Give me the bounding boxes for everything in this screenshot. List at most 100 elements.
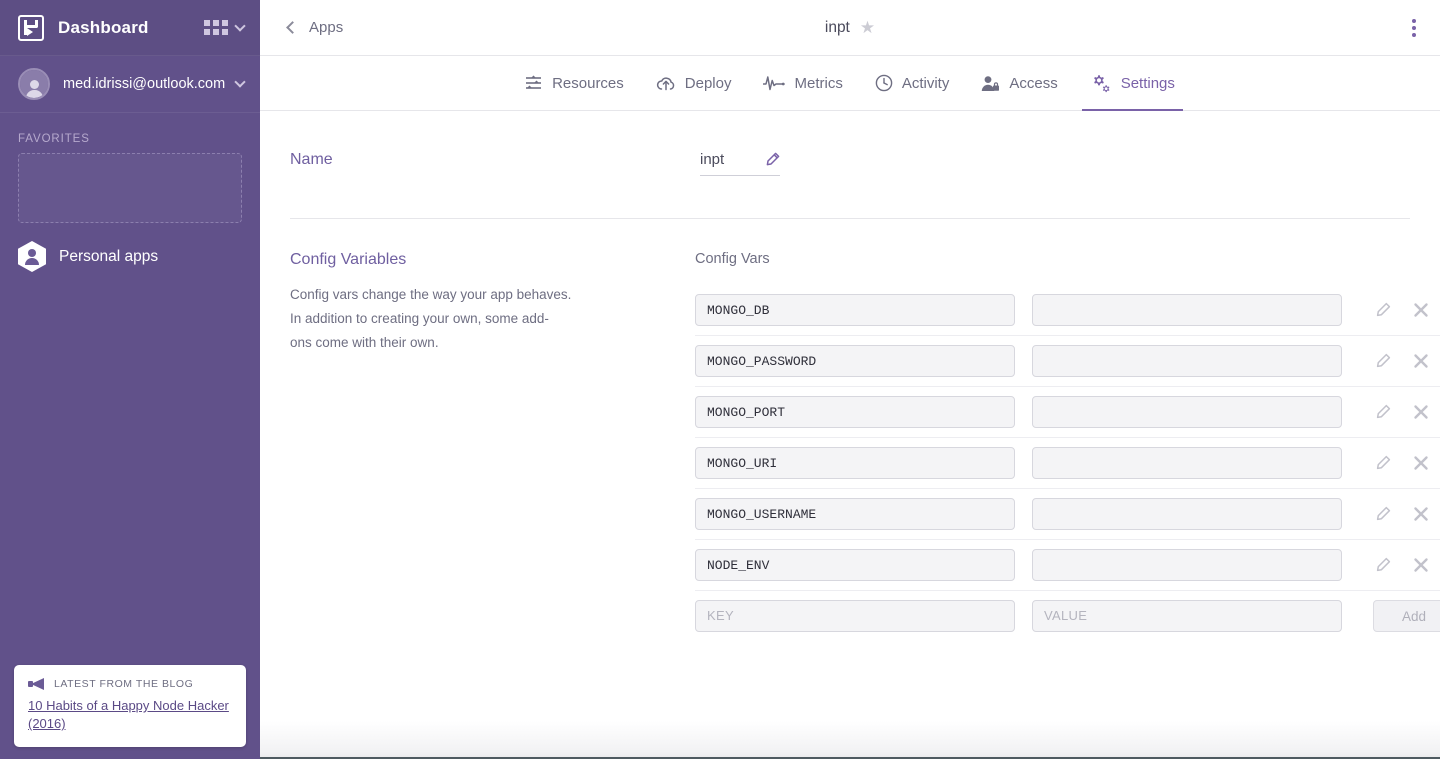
page-title: inpt bbox=[824, 18, 850, 36]
app-tabs: Resources Deploy Metrics Activity Access… bbox=[260, 56, 1440, 111]
back-to-apps-link[interactable]: Apps bbox=[286, 19, 344, 36]
topbar: Apps inpt ★ bbox=[260, 0, 1440, 56]
sliders-icon bbox=[526, 75, 542, 89]
tab-access[interactable]: Access bbox=[965, 56, 1073, 110]
sidebar-header-actions bbox=[204, 19, 246, 35]
close-x-icon[interactable] bbox=[1413, 404, 1429, 420]
new-config-var-key-input[interactable] bbox=[695, 600, 1015, 632]
pencil-icon[interactable] bbox=[1375, 404, 1391, 420]
name-field-group: inpt bbox=[670, 151, 780, 176]
config-var-key-input[interactable] bbox=[695, 549, 1015, 581]
pencil-icon[interactable] bbox=[1375, 302, 1391, 318]
settings-content: Name inpt Config Variables Config vars c… bbox=[260, 111, 1440, 759]
tab-resources[interactable]: Resources bbox=[509, 56, 640, 110]
config-var-actions bbox=[1375, 353, 1429, 369]
new-config-var-value-input[interactable] bbox=[1032, 600, 1342, 632]
tab-deploy[interactable]: Deploy bbox=[640, 56, 748, 110]
config-vars-panel: Config Vars MONGO_DB MONGO_PASSWORD MONG… bbox=[670, 251, 1440, 641]
config-desc-line: ons come with their own. bbox=[290, 335, 439, 350]
name-section-title: Name bbox=[290, 151, 333, 168]
sidebar-header: Dashboard bbox=[0, 0, 260, 56]
close-x-icon[interactable] bbox=[1413, 455, 1429, 471]
blog-kicker: LATEST FROM THE BLOG bbox=[54, 678, 194, 690]
tab-label: Deploy bbox=[684, 74, 732, 92]
person-lock-icon bbox=[982, 75, 1000, 91]
app-name-field[interactable]: inpt bbox=[700, 151, 780, 176]
tab-label: Metrics bbox=[794, 74, 843, 92]
config-var-row bbox=[695, 336, 1440, 387]
close-x-icon[interactable] bbox=[1413, 557, 1429, 573]
config-var-row bbox=[695, 489, 1440, 540]
config-var-value-input[interactable] bbox=[1032, 294, 1342, 326]
avatar bbox=[18, 68, 50, 100]
pencil-icon[interactable] bbox=[1375, 506, 1391, 522]
config-var-key-input[interactable] bbox=[695, 294, 1015, 326]
pencil-icon[interactable] bbox=[1375, 455, 1391, 471]
back-label: Apps bbox=[309, 19, 344, 36]
name-section: Name inpt bbox=[290, 111, 1410, 176]
chevron-down-icon[interactable] bbox=[234, 76, 246, 88]
cloud-upload-icon bbox=[656, 76, 675, 90]
gears-icon bbox=[1093, 74, 1110, 92]
config-desc-line: In addition to creating your own, some a… bbox=[290, 311, 549, 326]
pencil-icon[interactable] bbox=[765, 152, 780, 167]
chevron-left-icon bbox=[286, 21, 299, 34]
app-title-group: inpt ★ bbox=[260, 19, 1440, 37]
config-variables-section: Config Variables Config vars change the … bbox=[290, 219, 1440, 641]
blog-post-link[interactable]: 10 Habits of a Happy Node Hacker (2016) bbox=[28, 697, 232, 733]
blog-header: LATEST FROM THE BLOG bbox=[28, 678, 232, 690]
favorites-dropzone[interactable] bbox=[18, 153, 242, 223]
main-panel: Apps inpt ★ Resources Deploy Metrics Act… bbox=[260, 0, 1440, 759]
dashboard-app: Dashboard med.idrissi@outlook.com FAVORI… bbox=[0, 0, 1440, 759]
close-x-icon[interactable] bbox=[1413, 353, 1429, 369]
config-var-key-input[interactable] bbox=[695, 345, 1015, 377]
tab-metrics[interactable]: Metrics bbox=[747, 56, 858, 110]
config-var-row bbox=[695, 438, 1440, 489]
config-var-row bbox=[695, 387, 1440, 438]
tab-activity[interactable]: Activity bbox=[859, 56, 966, 110]
sidebar-item-label: Personal apps bbox=[59, 247, 159, 265]
add-config-var-button[interactable]: Add bbox=[1373, 600, 1440, 632]
config-section-description: Config vars change the way your app beha… bbox=[290, 283, 670, 355]
config-var-value-input[interactable] bbox=[1032, 447, 1342, 479]
heroku-logo-icon[interactable] bbox=[18, 14, 44, 41]
tab-label: Access bbox=[1009, 74, 1058, 92]
config-var-actions bbox=[1375, 557, 1429, 573]
apps-grid-icon[interactable] bbox=[204, 20, 228, 35]
star-icon[interactable]: ★ bbox=[860, 19, 875, 36]
tab-settings[interactable]: Settings bbox=[1074, 56, 1191, 111]
config-vars-heading: Config Vars bbox=[695, 251, 770, 267]
favorites-label: FAVORITES bbox=[18, 133, 90, 145]
close-x-icon[interactable] bbox=[1413, 506, 1429, 522]
page-footer-fade bbox=[260, 721, 1440, 759]
tab-label: Settings bbox=[1120, 74, 1175, 92]
config-var-actions bbox=[1375, 302, 1429, 318]
config-var-value-input[interactable] bbox=[1032, 549, 1342, 581]
config-var-key-input[interactable] bbox=[695, 396, 1015, 428]
config-var-value-input[interactable] bbox=[1032, 345, 1342, 377]
pulse-icon bbox=[763, 76, 786, 91]
config-section-left: Config Variables Config vars change the … bbox=[290, 251, 670, 641]
tab-label: Activity bbox=[901, 74, 950, 92]
pencil-icon[interactable] bbox=[1375, 557, 1391, 573]
blog-widget: LATEST FROM THE BLOG 10 Habits of a Happ… bbox=[14, 665, 246, 747]
config-var-value-input[interactable] bbox=[1032, 498, 1342, 530]
pencil-icon[interactable] bbox=[1375, 353, 1391, 369]
account-email: med.idrissi@outlook.com bbox=[63, 76, 226, 92]
close-x-icon[interactable] bbox=[1413, 302, 1429, 318]
name-section-left: Name bbox=[290, 151, 670, 176]
sidebar-item-personal-apps[interactable]: Personal apps bbox=[0, 223, 260, 272]
megaphone-icon bbox=[28, 678, 45, 690]
config-var-key-input[interactable] bbox=[695, 498, 1015, 530]
config-var-actions bbox=[1375, 506, 1429, 522]
kebab-menu-icon[interactable] bbox=[1406, 13, 1422, 43]
person-hexagon-icon bbox=[18, 241, 46, 272]
config-var-key-input[interactable] bbox=[695, 447, 1015, 479]
chevron-down-icon[interactable] bbox=[234, 19, 246, 32]
config-section-title: Config Variables bbox=[290, 251, 407, 268]
config-desc-line: Config vars change the way your app beha… bbox=[290, 287, 572, 302]
account-switcher[interactable]: med.idrissi@outlook.com bbox=[0, 56, 260, 113]
app-name-value: inpt bbox=[700, 151, 725, 168]
config-var-value-input[interactable] bbox=[1032, 396, 1342, 428]
config-var-row bbox=[695, 285, 1440, 336]
